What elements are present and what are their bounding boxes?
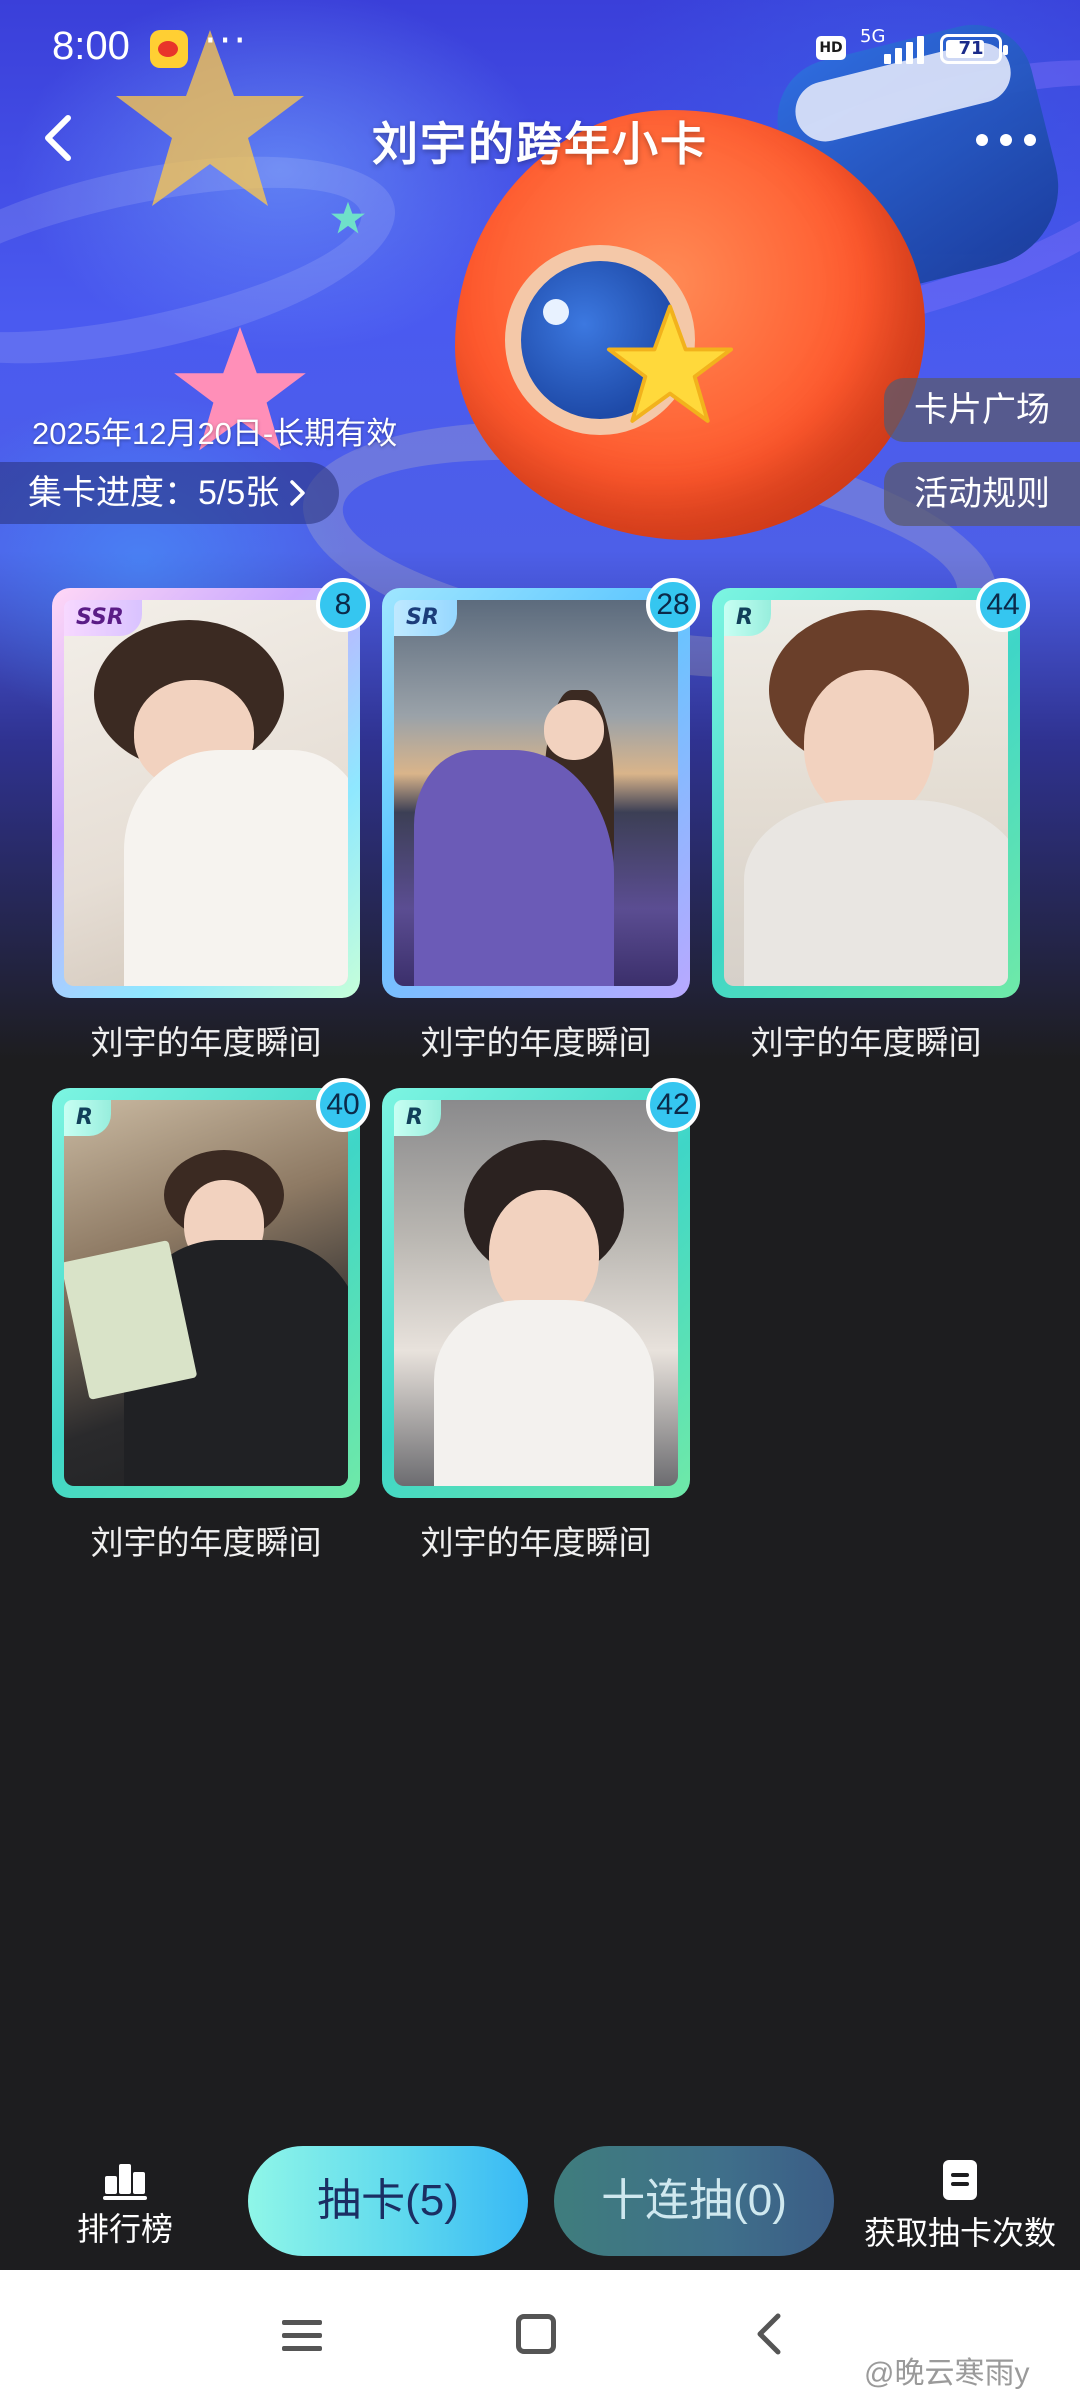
card-name: 刘宇的年度瞬间 <box>750 1024 982 1061</box>
validity-text: 2025年12月20日-长期有效 <box>32 416 398 451</box>
ten-draw-button[interactable]: 十连抽(0) <box>554 2146 834 2256</box>
card-name: 刘宇的年度瞬间 <box>420 1024 652 1061</box>
battery-icon: 71 <box>940 34 1008 64</box>
get-draws-button[interactable]: 获取抽卡次数 <box>860 2160 1060 2254</box>
card-photo <box>64 600 348 986</box>
weibo-notification-icon <box>150 30 188 68</box>
document-icon <box>943 2160 977 2200</box>
status-bar: 8:00 ··· HD 5G 71 <box>0 0 1080 96</box>
system-back-button[interactable] <box>752 2312 788 2356</box>
battery-level: 71 <box>958 38 984 59</box>
collection-progress-button[interactable]: 集卡进度：5/5张 <box>0 462 340 524</box>
card-photo <box>724 600 1008 986</box>
star-icon <box>606 304 734 423</box>
card-name: 刘宇的年度瞬间 <box>420 1524 652 1561</box>
rarity-badge: SSR <box>64 600 142 636</box>
card-count-badge: 8 <box>316 578 370 632</box>
status-time: 8:00 <box>52 24 130 68</box>
collection-progress-label: 集卡进度：5/5张 <box>28 474 280 512</box>
card-name: 刘宇的年度瞬间 <box>90 1024 322 1061</box>
card-photo <box>394 1100 678 1486</box>
bar-chart-icon <box>103 2160 147 2200</box>
card-square-button[interactable]: 卡片广场 <box>884 378 1080 442</box>
card-count-badge: 28 <box>646 578 700 632</box>
rarity-badge: SR <box>394 600 457 636</box>
card-name: 刘宇的年度瞬间 <box>90 1524 322 1561</box>
more-button[interactable] <box>968 118 1048 158</box>
chevron-left-icon <box>757 2313 781 2355</box>
ranking-button[interactable]: 排行榜 <box>60 2160 190 2250</box>
get-draws-label: 获取抽卡次数 <box>863 2215 1056 2251</box>
activity-rules-button[interactable]: 活动规则 <box>884 462 1080 526</box>
decor-star-icon <box>331 201 365 234</box>
card-item[interactable]: R 40 <box>52 1078 370 1498</box>
bottom-action-bar: 排行榜 抽卡(5) 十连抽(0) 获取抽卡次数 <box>0 2130 1080 2270</box>
more-notifications-icon: ··· <box>204 18 249 64</box>
card-count-badge: 42 <box>646 1078 700 1132</box>
card-count-badge: 44 <box>976 578 1030 632</box>
recent-apps-button[interactable] <box>282 2318 322 2354</box>
home-button[interactable] <box>516 2314 556 2354</box>
card-item[interactable]: SSR 8 <box>52 578 370 998</box>
system-navigation-bar: @晚云寒雨y <box>0 2270 1080 2400</box>
page-title: 刘宇的跨年小卡 <box>372 118 708 170</box>
chevron-right-icon <box>290 480 306 506</box>
more-dots-icon <box>976 134 988 146</box>
watermark-text: @晚云寒雨y <box>864 2357 1030 2390</box>
ranking-label: 排行榜 <box>76 2211 173 2247</box>
card-photo <box>394 600 678 986</box>
card-item[interactable]: R 44 <box>712 578 1030 998</box>
card-item[interactable]: SR 28 <box>382 578 700 998</box>
card-count-badge: 40 <box>316 1078 370 1132</box>
card-photo <box>64 1100 348 1486</box>
hd-badge: HD <box>816 36 846 60</box>
signal-icon <box>880 34 928 64</box>
card-item[interactable]: R 42 <box>382 1078 700 1498</box>
draw-card-button[interactable]: 抽卡(5) <box>248 2146 528 2256</box>
